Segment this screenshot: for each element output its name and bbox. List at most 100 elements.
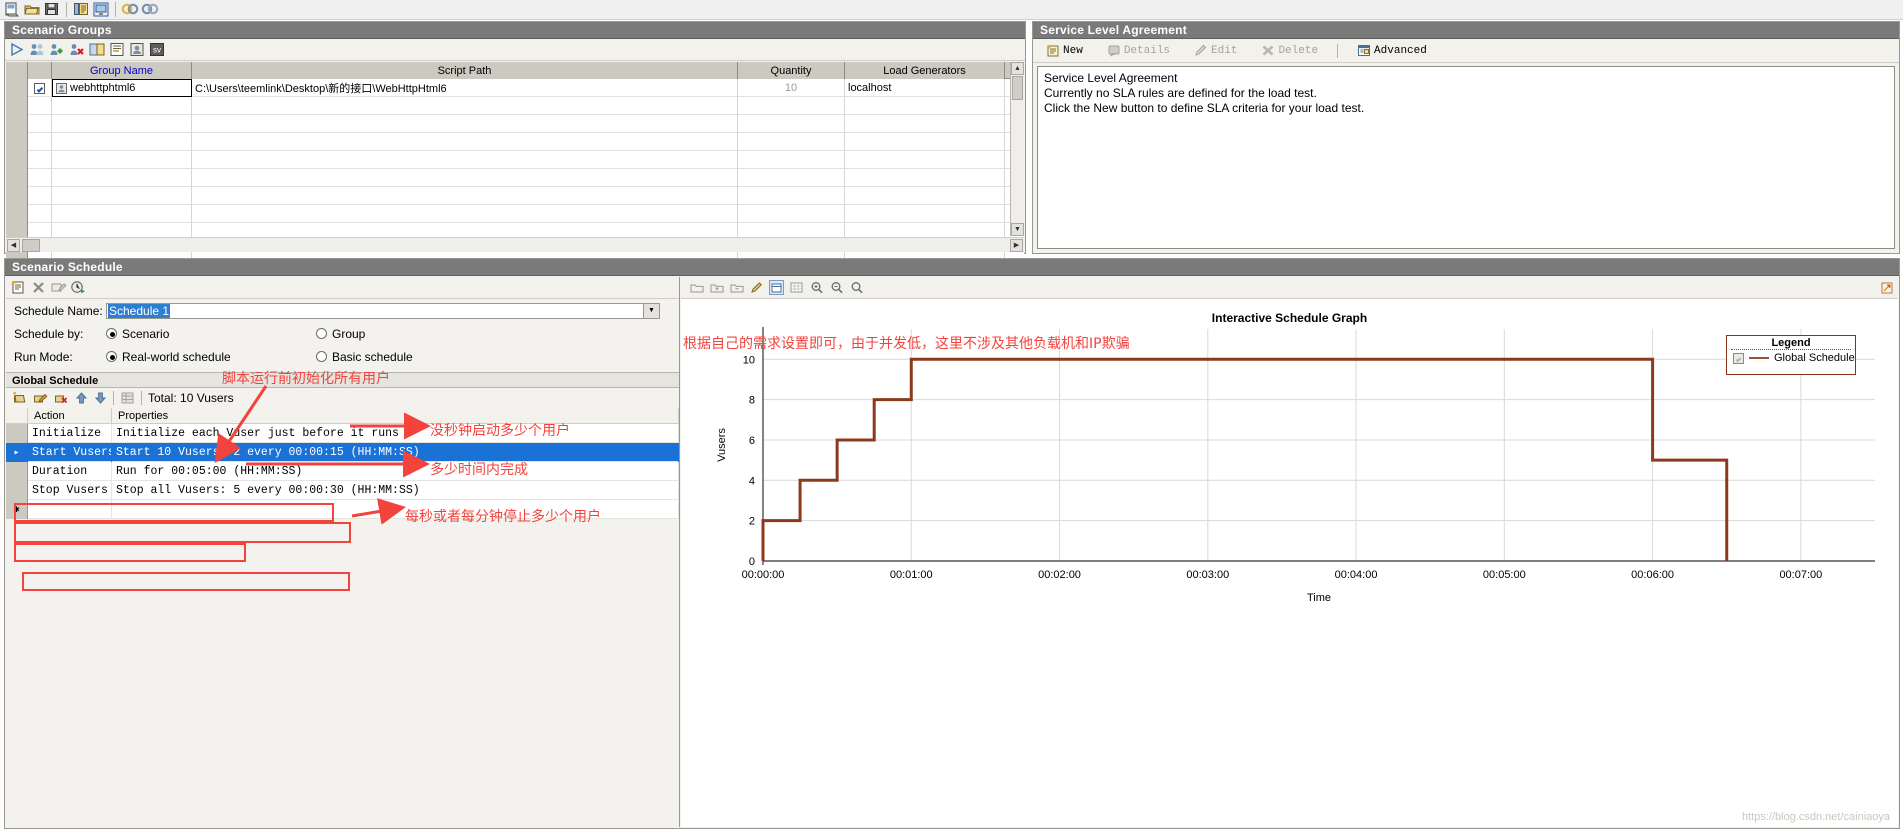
cell-empty[interactable] [738, 169, 845, 187]
row-gutter[interactable] [6, 115, 28, 133]
pencil-icon[interactable] [749, 280, 764, 295]
run-mode-realworld-radio[interactable]: Real-world schedule [106, 350, 316, 364]
chart-legend[interactable]: Legend Global Schedule [1726, 335, 1856, 375]
global-schedule-toolbar[interactable]: Total: 10 Vusers [6, 388, 679, 408]
cell-empty[interactable] [738, 187, 845, 205]
scenario-groups-horizontal-scrollbar[interactable]: ◀ ▶ [6, 237, 1024, 252]
action-row[interactable]: ▸ Start Vusers Start 10 Vusers: 2 every 00… [6, 443, 679, 462]
sla-new-button[interactable]: New [1041, 43, 1088, 58]
cell-empty[interactable] [738, 97, 845, 115]
action-row-action[interactable]: Duration [28, 462, 112, 481]
zoom-out-area-icon[interactable] [729, 280, 744, 295]
remove-group-icon[interactable] [69, 42, 86, 57]
cell-empty[interactable] [738, 115, 845, 133]
cell-empty[interactable] [28, 187, 52, 205]
cell-empty[interactable] [845, 151, 1005, 169]
sla-toolbar[interactable]: New Details Edit Delete Advanced [1033, 39, 1899, 63]
cell-empty[interactable] [192, 187, 738, 205]
cell-empty[interactable] [192, 151, 738, 169]
sla-details-button[interactable]: Details [1102, 43, 1175, 58]
magnify-icon[interactable] [809, 280, 824, 295]
column-header-quantity[interactable]: Quantity [738, 62, 845, 79]
vertical-scroll-thumb[interactable] [1012, 76, 1023, 100]
sla-advanced-button[interactable]: Advanced [1352, 43, 1432, 58]
cell-empty[interactable] [192, 169, 738, 187]
row-gutter[interactable] [6, 169, 28, 187]
legend-checkbox-icon[interactable] [1733, 352, 1744, 364]
remove-action-icon[interactable] [54, 391, 69, 405]
action-row-action[interactable]: Start Vusers [28, 443, 112, 462]
summary-icon[interactable]: sv [149, 42, 166, 57]
cell-empty[interactable] [52, 97, 192, 115]
cell-empty[interactable] [28, 205, 52, 223]
legend-item-global-schedule[interactable]: Global Schedule [1727, 352, 1855, 364]
connect-icon[interactable] [120, 1, 139, 19]
schedule-name-input[interactable]: Schedule 1 [106, 302, 644, 319]
cell-empty[interactable] [738, 205, 845, 223]
add-action-icon[interactable] [12, 391, 27, 405]
cell-empty[interactable] [192, 205, 738, 223]
expand-icon[interactable] [1879, 280, 1894, 295]
edit-action-icon[interactable] [33, 391, 48, 405]
run-mode-basic-radio[interactable]: Basic schedule [316, 350, 413, 364]
row-gutter[interactable] [6, 79, 28, 97]
actions-list[interactable]: Initialize Initialize each Vuser just bef… [6, 424, 679, 519]
action-row-properties[interactable]: Initialize each Vuser just before it run… [112, 424, 679, 443]
schedule-by-scenario-radio[interactable]: Scenario [106, 327, 316, 341]
cell-empty[interactable] [28, 133, 52, 151]
results-icon[interactable] [71, 1, 90, 19]
table-row-empty[interactable] [6, 205, 1024, 223]
actions-header-action[interactable]: Action [28, 408, 112, 424]
cell-empty[interactable] [192, 133, 738, 151]
cell-empty[interactable] [845, 133, 1005, 151]
rename-schedule-icon[interactable] [50, 280, 67, 295]
scenario-groups-vertical-scrollbar[interactable]: ▲ ▼ [1010, 62, 1024, 236]
horizontal-scroll-thumb[interactable] [22, 238, 40, 252]
actions-header-properties[interactable]: Properties [112, 408, 679, 424]
cell-empty[interactable] [52, 133, 192, 151]
cell-empty[interactable] [28, 97, 52, 115]
cell-empty[interactable] [52, 169, 192, 187]
cell-script-path[interactable]: C:\Users\teemlink\Desktop\新的接口\WebHttpHt… [192, 79, 738, 97]
save-icon[interactable] [42, 1, 61, 19]
cell-quantity[interactable]: 10 [738, 79, 845, 97]
cell-empty[interactable] [28, 169, 52, 187]
select-mode-icon[interactable] [769, 280, 784, 295]
column-header-load-generators[interactable]: Load Generators [845, 62, 1005, 79]
sla-edit-button[interactable]: Edit [1189, 43, 1242, 58]
action-row-properties[interactable]: Run for 00:05:00 (HH:MM:SS) [112, 462, 679, 481]
row-gutter[interactable] [6, 133, 28, 151]
grid-icon[interactable] [120, 391, 135, 405]
application-toolbar[interactable] [0, 0, 1903, 20]
open-icon[interactable] [22, 1, 41, 19]
vusers-icon[interactable] [29, 42, 46, 57]
cell-empty[interactable] [28, 151, 52, 169]
details-icon[interactable] [109, 42, 126, 57]
cell-empty[interactable] [52, 205, 192, 223]
cell-empty[interactable] [192, 115, 738, 133]
reset-zoom-icon[interactable] [849, 280, 864, 295]
action-row-action[interactable]: Stop Vusers [28, 481, 112, 500]
schedule-by-group-radio[interactable]: Group [316, 327, 365, 341]
cell-empty[interactable] [845, 187, 1005, 205]
table-row[interactable]: webhttphtml6 C:\Users\teemlink\Desktop\新的… [6, 79, 1024, 97]
column-header-group-name[interactable]: Group Name [52, 62, 192, 79]
move-down-icon[interactable] [94, 391, 107, 405]
cell-load-generators[interactable]: localhost [845, 79, 1005, 97]
sla-delete-button[interactable]: Delete [1256, 43, 1323, 58]
cell-group-name[interactable]: webhttphtml6 [52, 79, 192, 97]
column-header-script-path[interactable]: Script Path [192, 62, 738, 79]
action-row[interactable]: Stop Vusers Stop all Vusers: 5 every 00:0… [6, 481, 679, 500]
new-scenario-icon[interactable] [2, 1, 21, 19]
table-row-empty[interactable] [6, 187, 1024, 205]
run-icon[interactable] [9, 42, 26, 57]
disconnect-icon[interactable] [140, 1, 159, 19]
table-row-empty[interactable] [6, 151, 1024, 169]
action-row-action[interactable] [28, 500, 112, 519]
show-icon[interactable] [689, 280, 704, 295]
cell-empty[interactable] [845, 115, 1005, 133]
scroll-down-button[interactable]: ▼ [1011, 223, 1024, 236]
row-gutter[interactable] [6, 97, 28, 115]
cell-empty[interactable] [28, 115, 52, 133]
action-row-properties[interactable]: Stop all Vusers: 5 every 00:00:30 (HH:MM… [112, 481, 679, 500]
